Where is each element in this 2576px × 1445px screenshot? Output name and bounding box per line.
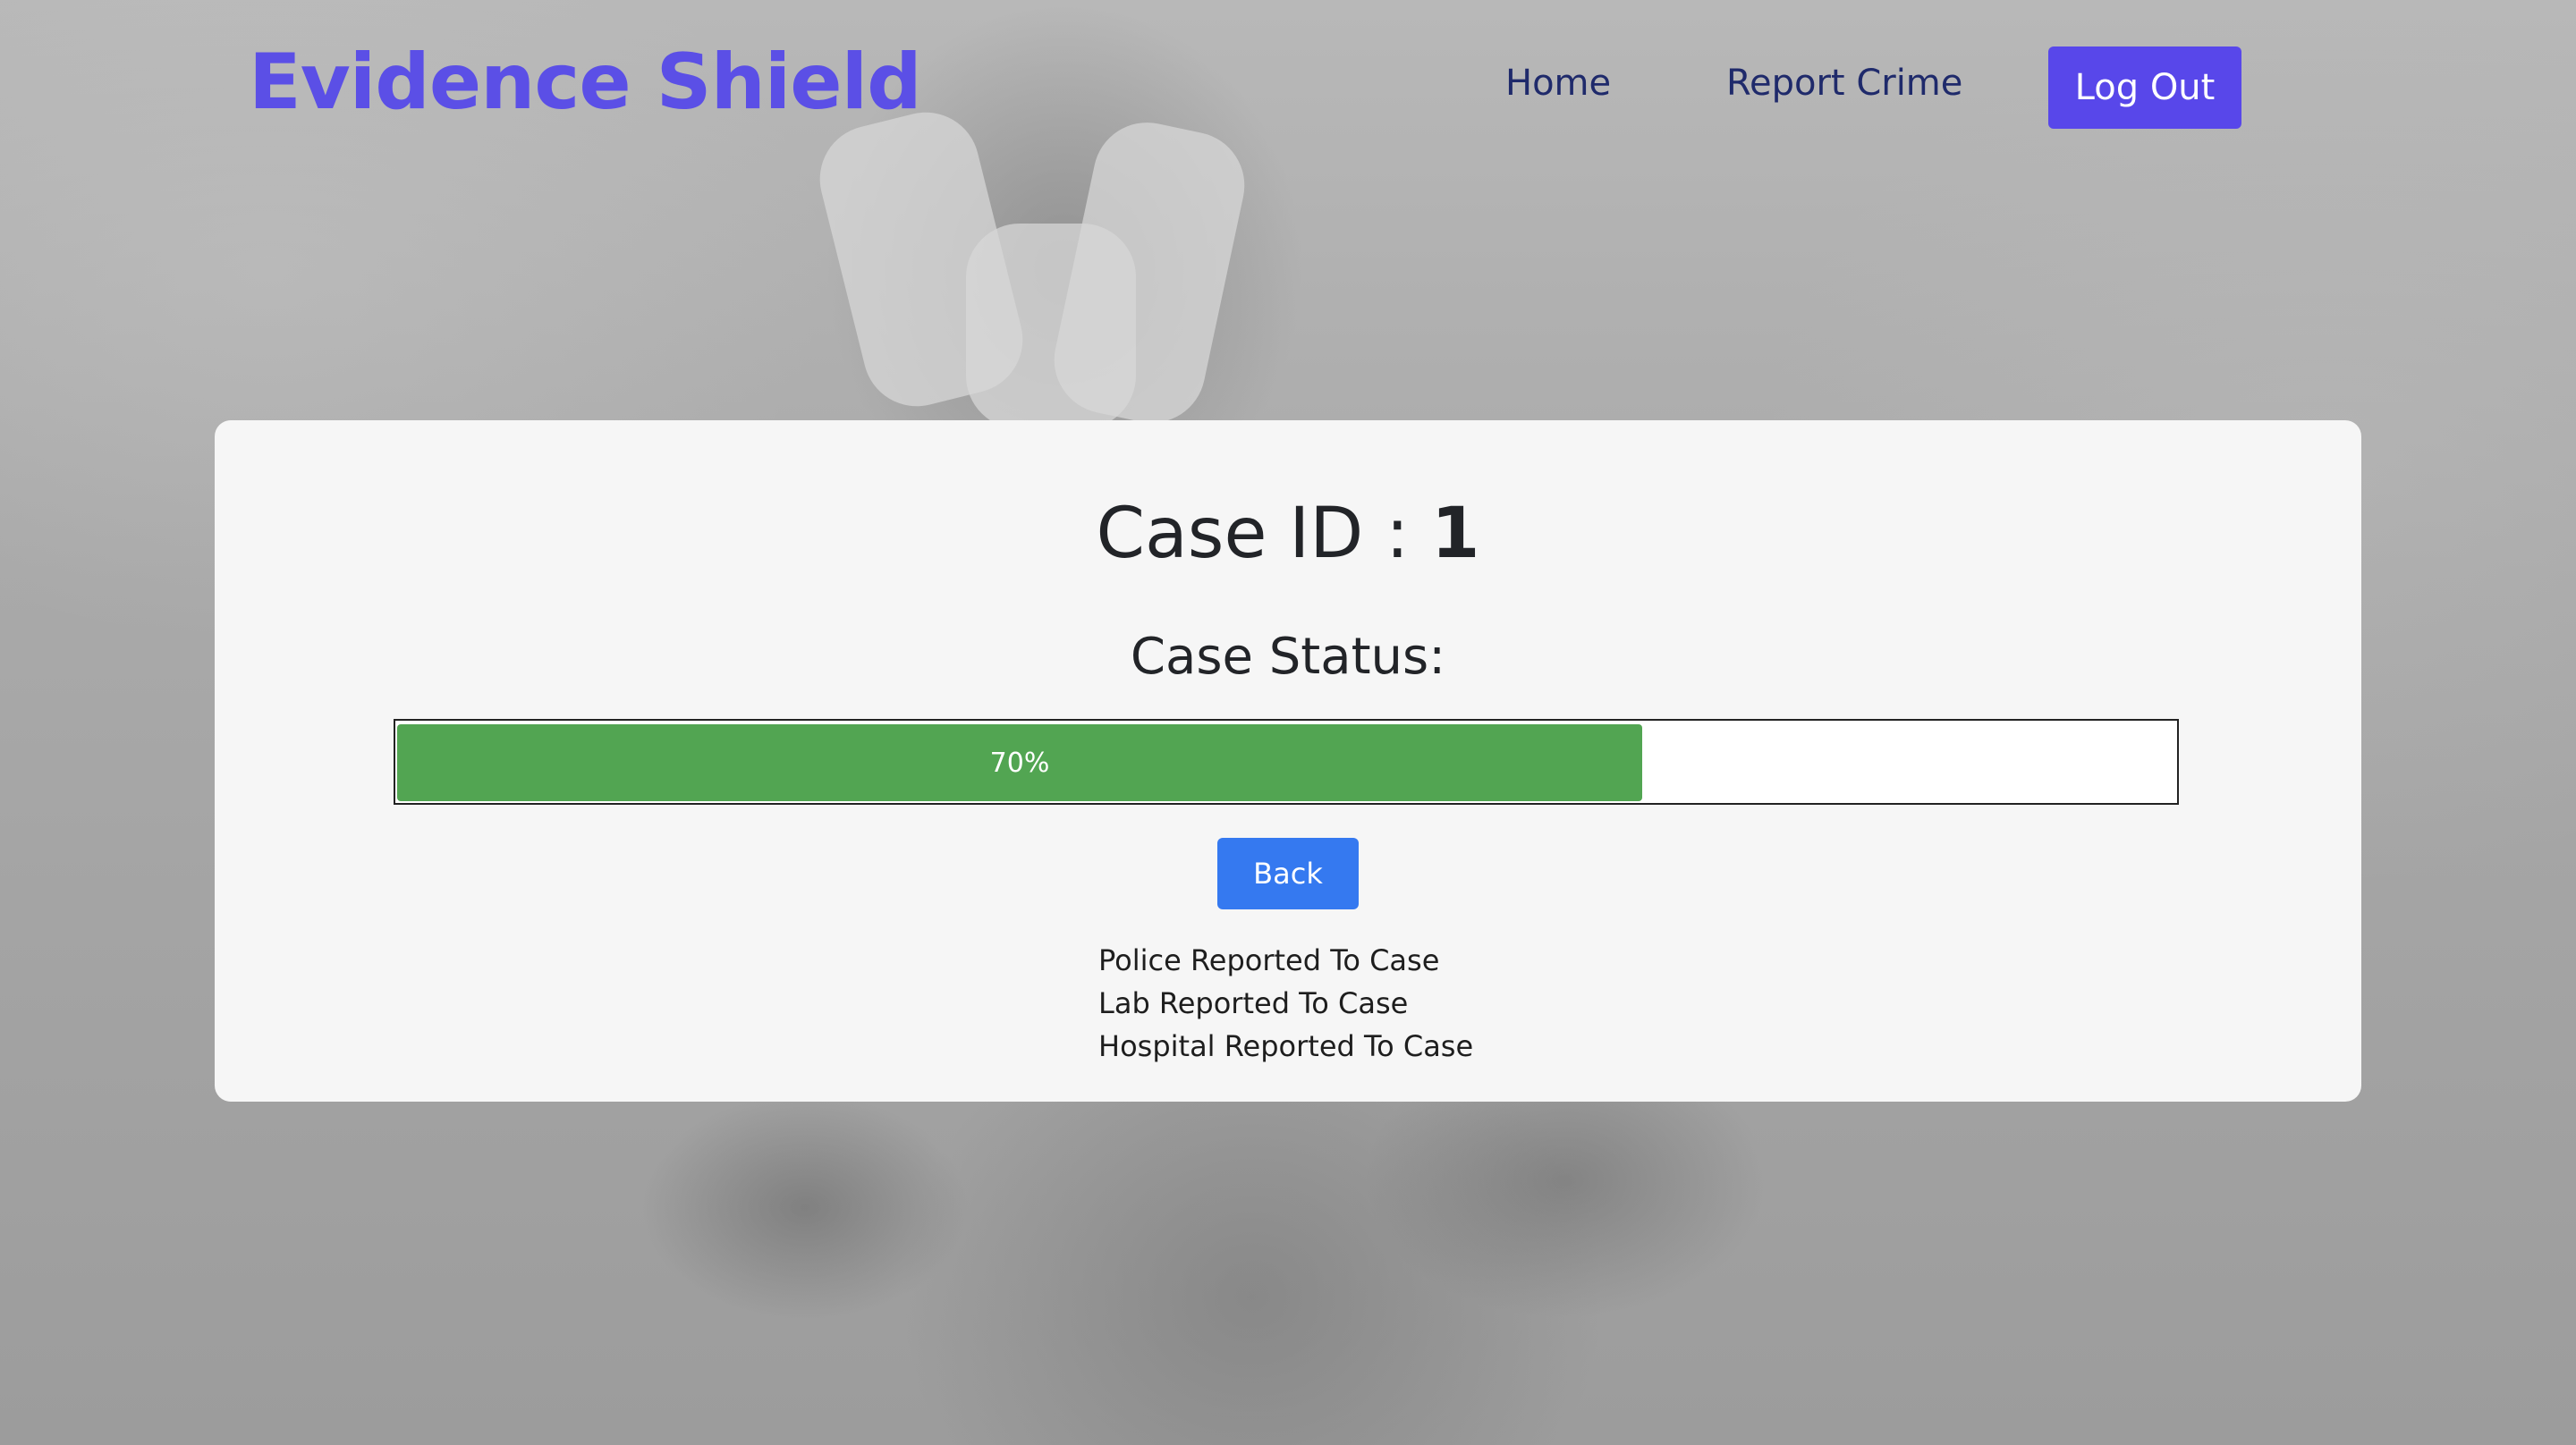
case-id-label: Case ID : bbox=[1096, 494, 1410, 574]
back-button[interactable]: Back bbox=[1217, 838, 1359, 909]
case-status-card: Case ID : 1 Case Status: 70% Back Police… bbox=[215, 420, 2361, 1102]
case-progress-fill: 70% bbox=[397, 724, 1642, 801]
case-progress-text: 70% bbox=[989, 747, 1050, 779]
nav-report-crime-link[interactable]: Report Crime bbox=[1726, 63, 1962, 104]
case-status-heading: Case Status: bbox=[1130, 628, 1446, 686]
nav-home-link[interactable]: Home bbox=[1505, 63, 1611, 104]
background-hand-shape bbox=[966, 224, 1136, 429]
report-item: Police Reported To Case bbox=[1098, 943, 1440, 977]
case-progress-bar: 70% bbox=[394, 719, 2179, 805]
report-list: Police Reported To Case Lab Reported To … bbox=[1098, 939, 1473, 1068]
logout-button[interactable]: Log Out bbox=[2048, 46, 2241, 129]
case-id-value: 1 bbox=[1431, 494, 1480, 574]
case-id-heading: Case ID : 1 bbox=[215, 494, 2361, 574]
brand-logo[interactable]: Evidence Shield bbox=[249, 38, 922, 127]
report-item: Hospital Reported To Case bbox=[1098, 1029, 1474, 1063]
report-item: Lab Reported To Case bbox=[1098, 986, 1409, 1020]
top-nav-bar: Evidence Shield Home Report Crime Log Ou… bbox=[0, 0, 2576, 170]
